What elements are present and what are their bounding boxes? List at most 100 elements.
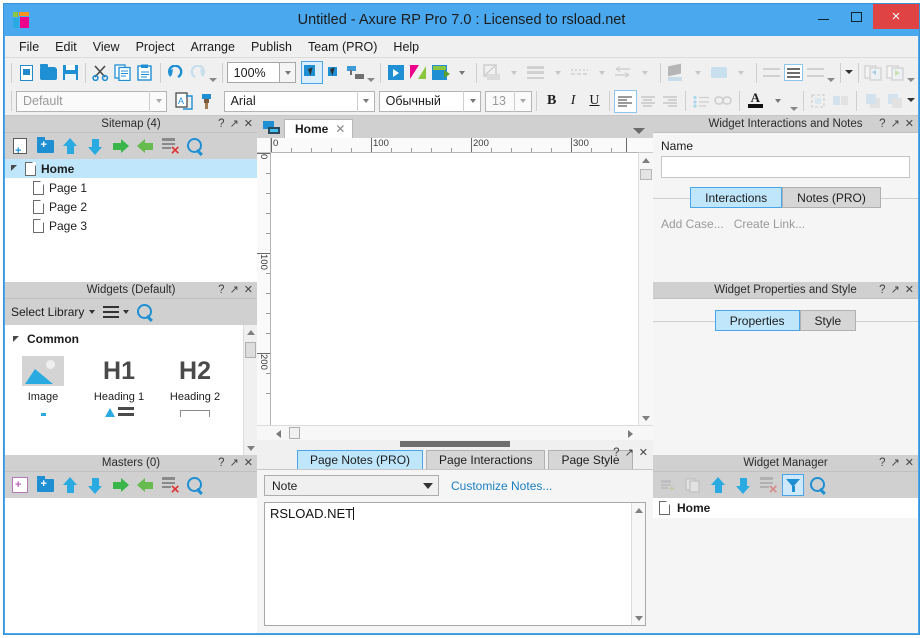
bring-front-button[interactable] — [861, 90, 883, 113]
notes-vertical-scrollbar[interactable] — [631, 503, 645, 625]
preview-button[interactable] — [385, 61, 407, 84]
zoom-dropdown-button[interactable] — [280, 62, 297, 83]
customize-notes-link[interactable]: Customize Notes... — [451, 479, 552, 493]
toolbar-overflow-button[interactable] — [906, 61, 916, 84]
select-tool-button[interactable] — [301, 61, 323, 84]
generate-prototype-button[interactable] — [407, 61, 429, 84]
tab-properties[interactable]: Properties — [714, 310, 800, 331]
vertical-ruler[interactable]: 0 100 200 — [257, 153, 271, 425]
line-width-dropdown[interactable] — [547, 61, 569, 84]
toolbar-overflow-button[interactable] — [844, 61, 854, 84]
save-button[interactable] — [60, 61, 82, 84]
italic-button[interactable]: I — [562, 90, 583, 112]
popout-icon[interactable]: ↗ — [230, 284, 239, 296]
scroll-right-button[interactable] — [623, 426, 638, 441]
wm-search-button[interactable] — [807, 474, 829, 496]
distribute-button[interactable] — [830, 90, 852, 113]
minimize-button[interactable] — [807, 4, 840, 29]
fill-color-button[interactable] — [664, 61, 686, 84]
fill-color-dropdown[interactable] — [686, 61, 708, 84]
bold-button[interactable]: B — [541, 90, 562, 112]
chevron-expand-icon[interactable] — [13, 335, 22, 344]
toolbar-overflow-button[interactable] — [826, 61, 835, 84]
text-align-bottom-button[interactable] — [804, 61, 826, 84]
toolbar-overflow-button[interactable] — [906, 90, 916, 113]
sitemap-node-page-3[interactable]: Page 3 — [5, 216, 257, 235]
toolbar-overflow-button[interactable] — [208, 61, 217, 84]
widget-item-partial[interactable] — [5, 403, 81, 417]
close-icon[interactable]: ✕ — [244, 118, 253, 130]
widgets-view-options-button[interactable] — [103, 306, 130, 318]
generate-word-button[interactable] — [429, 61, 451, 84]
help-icon[interactable]: ? — [218, 118, 224, 130]
widgets-scrollbar[interactable] — [243, 325, 257, 455]
scroll-up-button[interactable] — [639, 153, 653, 167]
widget-item-image[interactable]: Image — [5, 350, 81, 403]
delete-page-button[interactable] — [159, 135, 181, 158]
menu-item-team[interactable]: Team (PRO) — [300, 37, 385, 57]
scroll-up-button[interactable] — [244, 325, 258, 339]
create-link-link[interactable]: Create Link... — [734, 217, 805, 231]
horizontal-ruler[interactable]: 0 100 200 300 — [271, 138, 638, 153]
tab-page-interactions[interactable]: Page Interactions — [426, 450, 546, 469]
shadow-dropdown[interactable] — [730, 61, 752, 84]
widget-item-partial[interactable] — [157, 403, 233, 417]
border-style-button[interactable] — [481, 61, 503, 84]
sitemap-node-page-2[interactable]: Page 2 — [5, 197, 257, 216]
popout-icon[interactable]: ↗ — [891, 457, 900, 469]
sitemap-search-button[interactable] — [184, 135, 206, 157]
generate-dropdown-button[interactable] — [450, 61, 472, 84]
chevron-down-icon[interactable] — [463, 90, 480, 112]
align-objects-button[interactable] — [808, 90, 830, 113]
menu-item-edit[interactable]: Edit — [47, 37, 85, 57]
canvas-splitter[interactable] — [257, 440, 653, 450]
widget-item-heading-2[interactable]: H2 Heading 2 — [157, 350, 233, 403]
tab-page-notes[interactable]: Page Notes (PRO) — [297, 450, 424, 469]
close-button[interactable]: × — [873, 4, 919, 29]
move-up-button[interactable] — [59, 135, 81, 157]
popout-icon[interactable]: ↗ — [230, 457, 239, 469]
align-left-button[interactable] — [614, 89, 637, 113]
scrollbar-track[interactable] — [286, 426, 623, 440]
outdent-button[interactable] — [134, 135, 156, 157]
page-notes-text-content[interactable]: RSLOAD.NET — [265, 503, 631, 625]
scrollbar-thumb[interactable] — [289, 427, 300, 439]
masters-tree[interactable] — [5, 498, 257, 633]
add-case-link[interactable]: Add Case... — [661, 217, 724, 231]
delete-master-button[interactable] — [159, 474, 181, 497]
help-icon[interactable]: ? — [879, 284, 885, 296]
chevron-down-icon[interactable] — [513, 90, 531, 112]
shadow-button[interactable] — [708, 61, 730, 84]
page-notes-textarea[interactable]: RSLOAD.NET — [264, 502, 646, 626]
close-icon[interactable]: ✕ — [905, 118, 914, 130]
align-right-button[interactable] — [659, 90, 681, 113]
arrow-style-dropdown[interactable] — [634, 61, 656, 84]
line-pattern-button[interactable] — [568, 61, 590, 84]
group-button[interactable] — [863, 61, 885, 84]
underline-button[interactable]: U — [584, 90, 605, 112]
maximize-button[interactable] — [840, 4, 873, 29]
scroll-left-button[interactable] — [271, 426, 286, 441]
popout-icon[interactable]: ↗ — [230, 118, 239, 130]
copy-button[interactable] — [112, 61, 134, 84]
format-painter-button[interactable] — [195, 90, 217, 113]
undo-button[interactable] — [165, 61, 187, 84]
scroll-down-button[interactable] — [639, 411, 653, 425]
wm-move-up-button[interactable] — [707, 474, 729, 496]
redo-button[interactable] — [186, 61, 208, 84]
font-color-dropdown[interactable] — [767, 90, 789, 113]
toolbar-overflow-button[interactable] — [789, 90, 799, 113]
menu-item-file[interactable]: File — [11, 37, 47, 57]
paste-button[interactable] — [134, 61, 156, 84]
new-file-button[interactable] — [16, 61, 38, 84]
wm-delete-button[interactable] — [757, 474, 779, 497]
splitter-grip[interactable] — [400, 440, 510, 450]
move-down-button[interactable] — [84, 474, 106, 496]
close-icon[interactable]: ✕ — [905, 457, 914, 469]
wm-add-button[interactable]: + — [657, 474, 679, 496]
add-master-button[interactable] — [9, 474, 31, 496]
send-back-button[interactable] — [884, 90, 906, 113]
chevron-down-icon[interactable] — [423, 483, 433, 489]
text-align-top-button[interactable] — [761, 61, 783, 84]
wm-duplicate-button[interactable] — [682, 474, 704, 496]
